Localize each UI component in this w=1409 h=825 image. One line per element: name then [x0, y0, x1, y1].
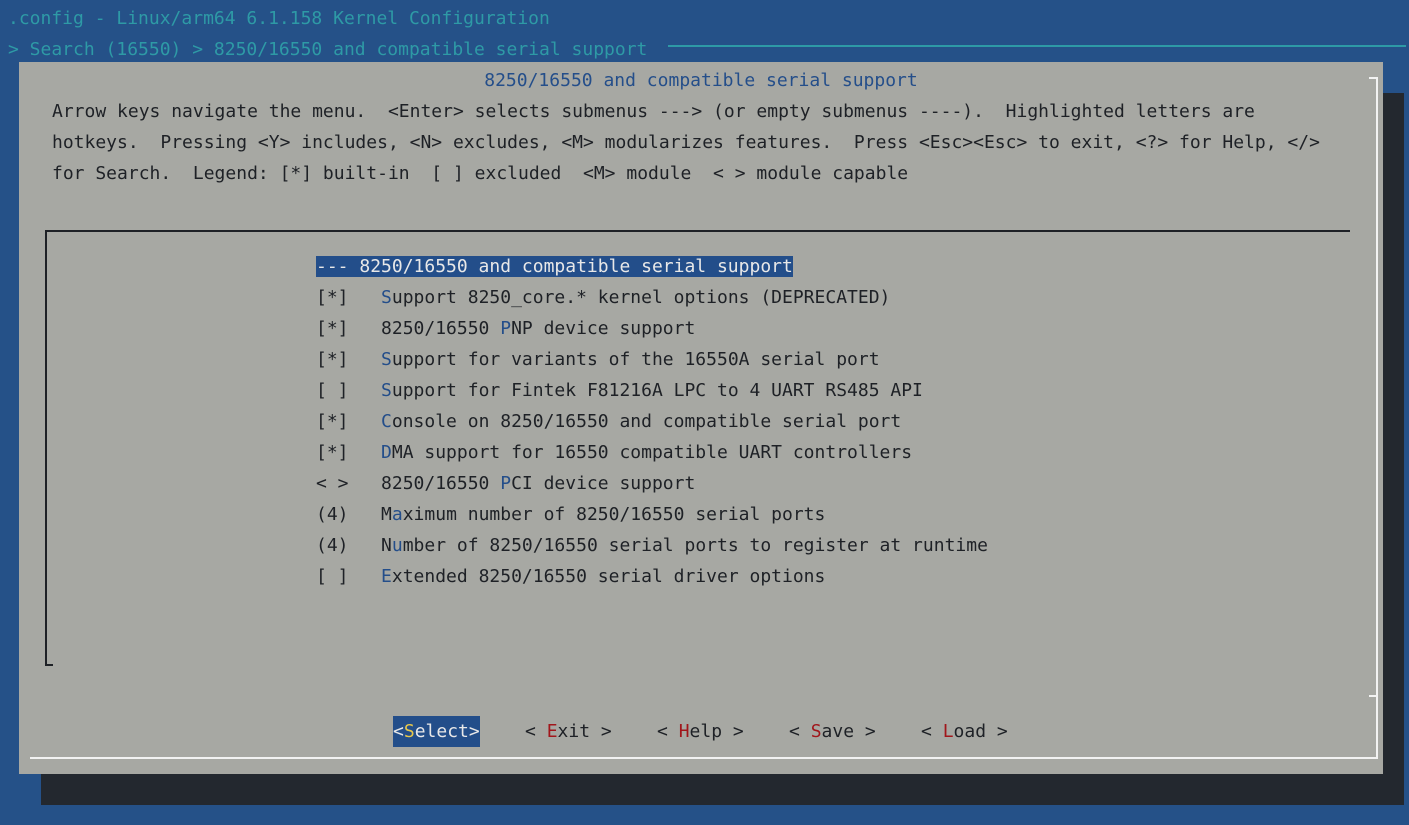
- dialog-title: 8250/16550 and compatible serial support: [484, 70, 918, 91]
- save-button[interactable]: < Save >: [789, 716, 876, 747]
- menu-item-label: M: [348, 504, 392, 525]
- load-button-right: >: [986, 721, 1008, 742]
- menu-item-fintek-rs485[interactable]: [ ] Support for Fintek F81216A LPC to 4 …: [316, 375, 988, 406]
- menu-item-runtime-ports[interactable]: (4) Number of 8250/16550 serial ports to…: [316, 530, 988, 561]
- help-line: for Search. Legend: [*] built-in [ ] exc…: [52, 163, 909, 184]
- menu-item-label: 8250/16550: [348, 473, 501, 494]
- button-bar: <Select> < Exit > < Help > < Save > < Lo…: [19, 716, 1383, 747]
- menu-item-label-rest: MA support for 16550 compatible UART con…: [391, 442, 913, 463]
- menu-item-label-rest: CI device support: [511, 473, 696, 494]
- menu-item-marker: [*]: [316, 349, 349, 370]
- window-title: .config - Linux/arm64 6.1.158 Kernel Con…: [8, 8, 550, 29]
- breadcrumb-rule: [668, 45, 1406, 47]
- select-button[interactable]: <Select>: [393, 716, 480, 747]
- menu-item-label-rest: xtended 8250/16550 serial driver options: [391, 566, 826, 587]
- menu-item-16550a-variants[interactable]: [*] Support for variants of the 16550A s…: [316, 344, 988, 375]
- dialog-frame-right: [1376, 77, 1378, 759]
- help-text: Arrow keys navigate the menu. <Enter> se…: [52, 96, 1320, 189]
- menu-item-label: N: [348, 535, 392, 556]
- menu-item-label-rest: upport for Fintek F81216A LPC to 4 UART …: [391, 380, 923, 401]
- menu-item-hotkey: a: [391, 504, 403, 525]
- menu-item-marker: [*]: [316, 287, 349, 308]
- menu-item-marker: [*]: [316, 442, 349, 463]
- menu-list: --- 8250/16550 and compatible serial sup…: [316, 251, 988, 592]
- menu-box-border-top: [45, 230, 1350, 232]
- menu-item-label-rest: upport 8250_core.* kernel options (DEPRE…: [391, 287, 891, 308]
- help-line: Arrow keys navigate the menu. <Enter> se…: [52, 101, 1255, 122]
- menu-item-marker: (4): [316, 535, 349, 556]
- menu-item-label: 8250/16550: [348, 318, 501, 339]
- menu-item-pci-support[interactable]: < > 8250/16550 PCI device support: [316, 468, 988, 499]
- menu-item-marker: [ ]: [316, 566, 349, 587]
- menu-item-marker: [ ]: [316, 380, 349, 401]
- menu-item-label-rest: onsole on 8250/16550 and compatible seri…: [391, 411, 902, 432]
- menu-item-marker: [*]: [316, 411, 349, 432]
- save-button-hotkey: S: [810, 721, 822, 742]
- help-button-left: <: [657, 721, 679, 742]
- select-button-right: >: [468, 721, 480, 742]
- menu-item-hotkey: S: [381, 380, 392, 401]
- menu-item-marker: (4): [316, 504, 349, 525]
- menu-item-label-rest: ximum number of 8250/16550 serial ports: [402, 504, 826, 525]
- save-button-label: ave: [821, 721, 855, 742]
- exit-button-label: xit: [557, 721, 591, 742]
- select-button-left: <: [393, 721, 404, 742]
- dialog-divider-tick: [1369, 695, 1378, 697]
- help-line: hotkeys. Pressing <Y> includes, <N> excl…: [52, 132, 1320, 153]
- menu-item-label: [349, 411, 382, 432]
- save-button-left: <: [789, 721, 811, 742]
- menu-item-label: [349, 442, 382, 463]
- menu-item-core-options[interactable]: [*] Support 8250_core.* kernel options (…: [316, 282, 988, 313]
- menu-item-hotkey: P: [500, 318, 512, 339]
- menu-item-hotkey: C: [381, 411, 392, 432]
- menu-box-border-left: [45, 230, 47, 666]
- load-button[interactable]: < Load >: [921, 716, 1008, 747]
- menu-item-dma-support[interactable]: [*] DMA support for 16550 compatible UAR…: [316, 437, 988, 468]
- help-button-label: elp: [689, 721, 723, 742]
- menu-item-console[interactable]: [*] Console on 8250/16550 and compatible…: [316, 406, 988, 437]
- load-button-hotkey: L: [942, 721, 954, 742]
- menu-item-label-rest: upport for variants of the 16550A serial…: [391, 349, 880, 370]
- menu-item-label: 8250/16550 and compatible serial support: [348, 256, 793, 277]
- menu-item-extended-options[interactable]: [ ] Extended 8250/16550 serial driver op…: [316, 561, 988, 592]
- menu-item-marker: < >: [316, 473, 349, 494]
- menu-item-label: [349, 287, 382, 308]
- menu-item-label-rest: mber of 8250/16550 serial ports to regis…: [402, 535, 988, 556]
- menu-item-hotkey: E: [381, 566, 392, 587]
- menu-item-serial-support[interactable]: --- 8250/16550 and compatible serial sup…: [316, 251, 988, 282]
- select-button-hotkey: S: [403, 721, 415, 742]
- menu-item-hotkey: u: [391, 535, 403, 556]
- menu-item-label: [349, 349, 382, 370]
- menu-item-label-rest: NP device support: [511, 318, 696, 339]
- menu-item-hotkey: S: [381, 287, 392, 308]
- help-button-hotkey: H: [678, 721, 690, 742]
- exit-button-right: >: [590, 721, 612, 742]
- load-button-label: oad: [953, 721, 987, 742]
- menu-item-marker: [*]: [316, 318, 349, 339]
- menu-item-hotkey: S: [381, 349, 392, 370]
- menu-item-hotkey: P: [500, 473, 512, 494]
- menu-item-label: [349, 566, 382, 587]
- help-button[interactable]: < Help >: [657, 716, 744, 747]
- menu-item-hotkey: D: [381, 442, 392, 463]
- menu-item-marker: ---: [316, 256, 349, 277]
- menu-item-label: [349, 380, 382, 401]
- dialog-frame-bottom: [30, 757, 1378, 759]
- save-button-right: >: [854, 721, 876, 742]
- exit-button-left: <: [525, 721, 547, 742]
- select-button-label: elect: [414, 721, 469, 742]
- breadcrumb: > Search (16550) > 8250/16550 and compat…: [8, 39, 648, 60]
- menu-box-border-bottom: [45, 664, 53, 666]
- menu-item-pnp-support[interactable]: [*] 8250/16550 PNP device support: [316, 313, 988, 344]
- help-button-right: >: [722, 721, 744, 742]
- load-button-left: <: [921, 721, 943, 742]
- menuconfig-dialog: 8250/16550 and compatible serial support…: [19, 62, 1383, 774]
- menu-item-max-ports[interactable]: (4) Maximum number of 8250/16550 serial …: [316, 499, 988, 530]
- exit-button-hotkey: E: [546, 721, 558, 742]
- exit-button[interactable]: < Exit >: [525, 716, 612, 747]
